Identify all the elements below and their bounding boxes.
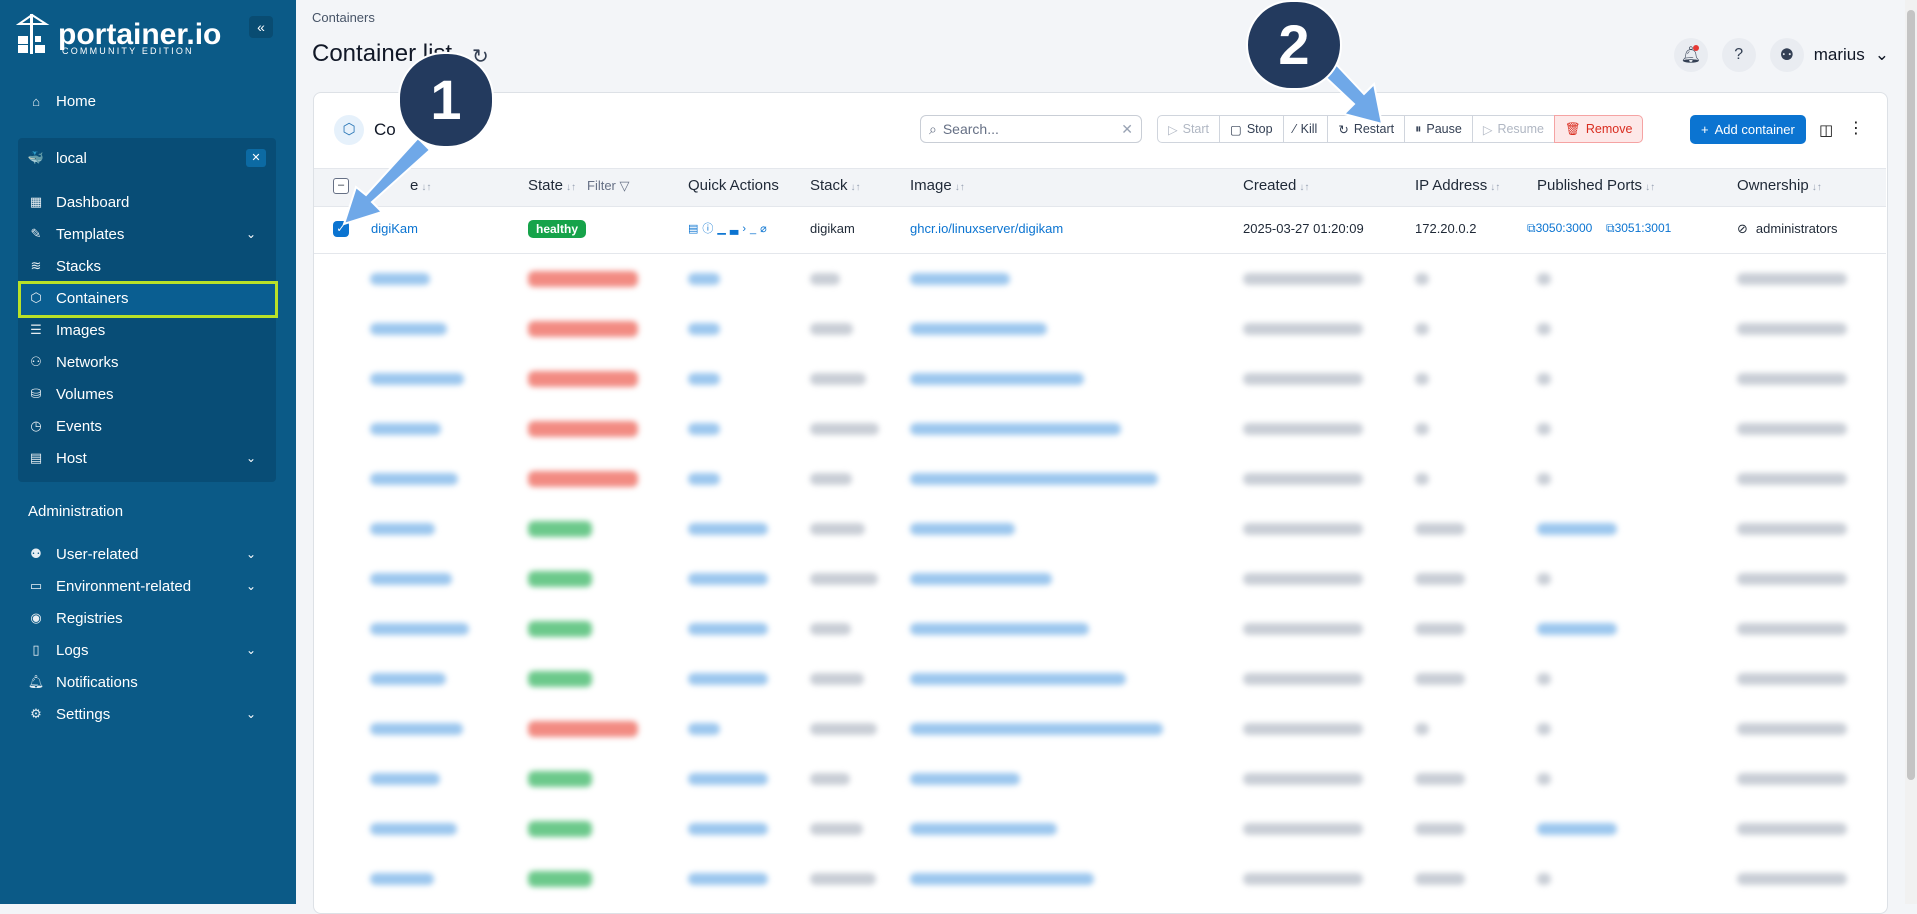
scrollbar-thumb[interactable]	[1907, 10, 1915, 780]
step-2-callout: 2	[1246, 0, 1342, 90]
annotation-overlay	[342, 58, 1384, 226]
scrollbar[interactable]	[1905, 0, 1917, 904]
step-1-callout: 1	[398, 52, 494, 148]
arrow-1-icon	[342, 136, 432, 226]
